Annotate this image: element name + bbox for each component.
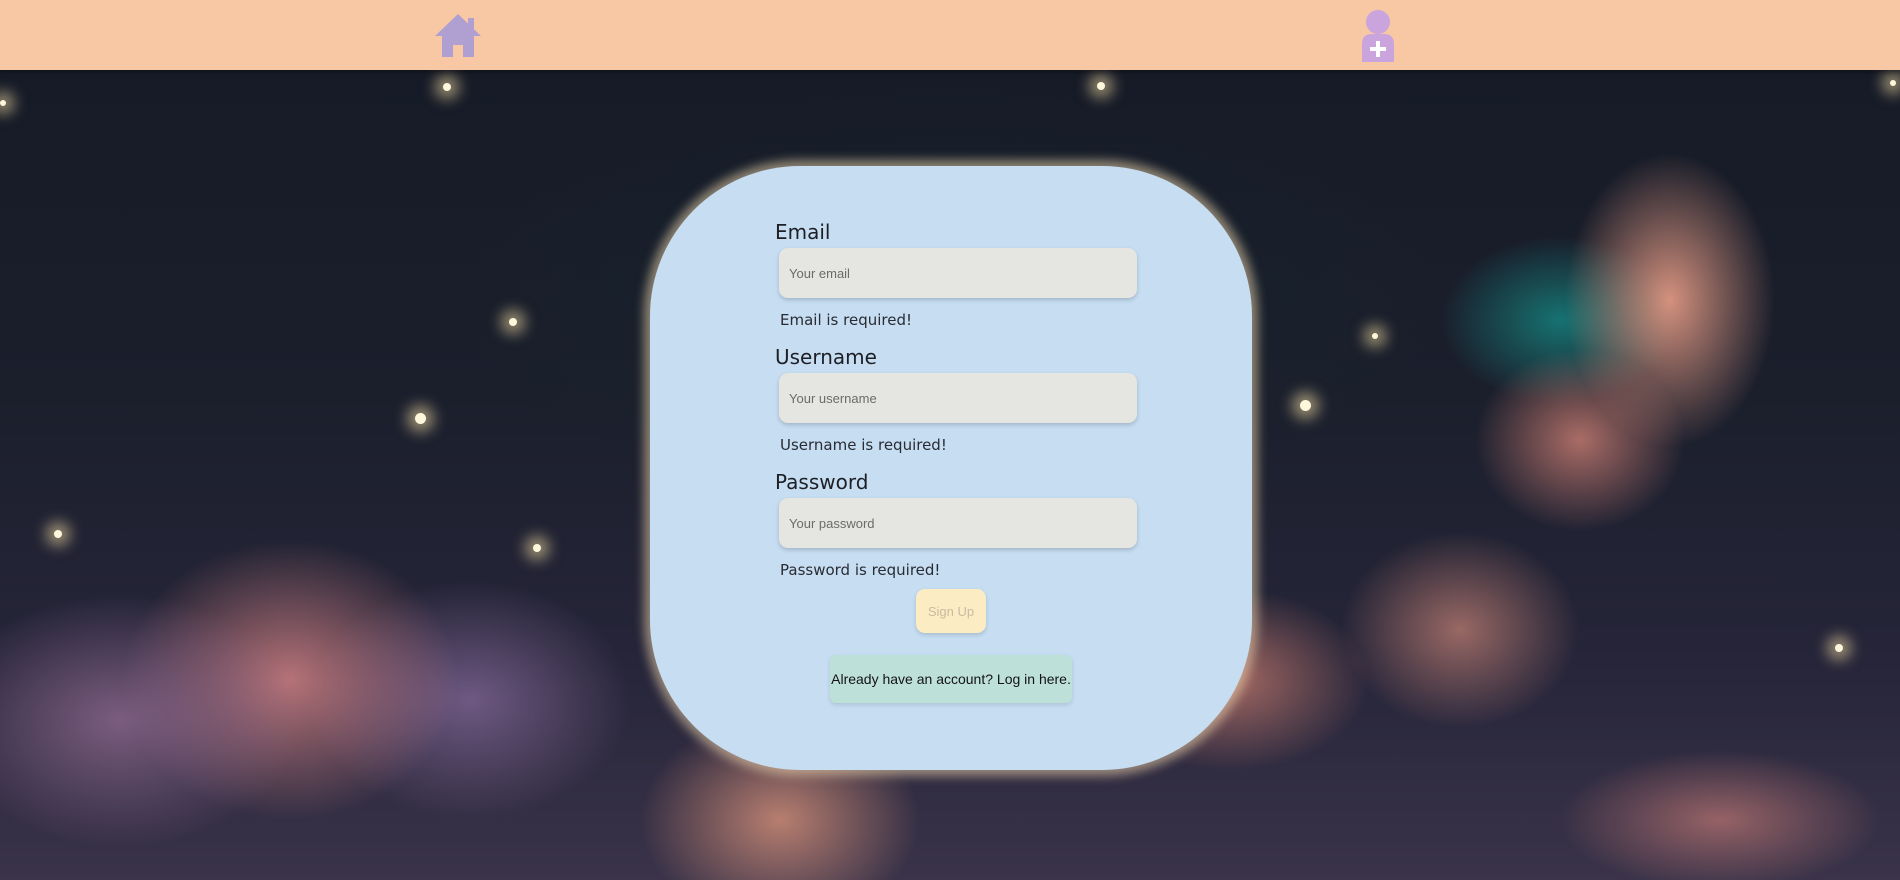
top-navbar	[0, 0, 1900, 70]
email-label: Email	[775, 220, 831, 244]
background-star	[1300, 400, 1311, 411]
password-label: Password	[775, 470, 869, 494]
background-star	[443, 83, 451, 91]
email-error: Email is required!	[780, 311, 912, 329]
sign-up-button[interactable]: Sign Up	[916, 589, 986, 633]
background-star	[509, 318, 517, 326]
username-label: Username	[775, 345, 877, 369]
username-error: Username is required!	[780, 436, 947, 454]
background-star	[1835, 644, 1843, 652]
background-star	[1097, 82, 1105, 90]
user-add-icon-graphic	[1362, 10, 1394, 62]
username-field[interactable]	[779, 373, 1137, 423]
background-star	[415, 413, 426, 424]
email-field[interactable]	[779, 248, 1137, 298]
background-star	[54, 530, 62, 538]
home-icon[interactable]	[433, 12, 483, 58]
login-link[interactable]: Already have an account? Log in here.	[830, 655, 1072, 703]
user-add-icon[interactable]	[1360, 10, 1396, 62]
password-field[interactable]	[779, 498, 1137, 548]
background-star	[533, 544, 541, 552]
home-icon-graphic	[435, 14, 481, 57]
background-star	[0, 100, 6, 106]
password-error: Password is required!	[780, 561, 941, 579]
background-star	[1890, 80, 1896, 86]
signup-card: Email Email is required! Username Userna…	[650, 166, 1252, 770]
background-star	[1372, 333, 1378, 339]
